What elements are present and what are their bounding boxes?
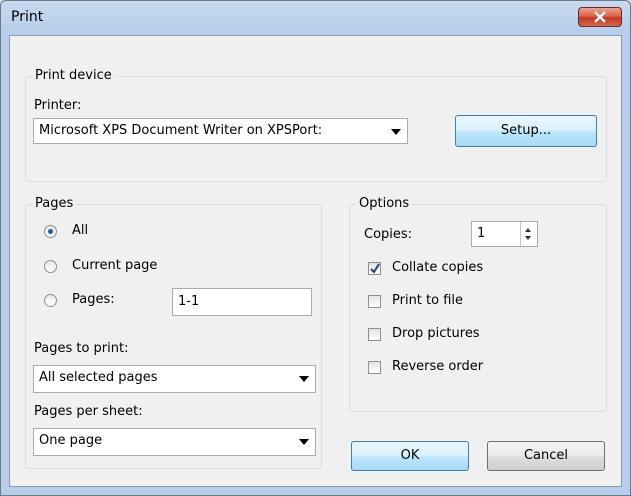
collate-checkbox[interactable] <box>368 262 381 275</box>
radio-current-page-label[interactable]: Current page <box>72 258 157 273</box>
check-icon <box>370 263 380 274</box>
spin-up-icon[interactable] <box>525 228 531 232</box>
reverse-order-checkbox[interactable] <box>368 361 381 374</box>
setup-button[interactable]: Setup... <box>455 115 597 147</box>
pages-per-sheet-select[interactable]: One page <box>33 428 316 456</box>
spin-down-icon[interactable] <box>525 236 531 240</box>
ok-button[interactable]: OK <box>351 441 469 471</box>
close-icon <box>594 11 606 23</box>
printer-select[interactable]: Microsoft XPS Document Writer on XPSPort… <box>33 118 408 144</box>
drop-pictures-label[interactable]: Drop pictures <box>392 326 480 341</box>
printer-value: Microsoft XPS Document Writer on XPSPort… <box>39 123 323 138</box>
copies-input[interactable]: 1 <box>471 221 538 247</box>
window-title: Print <box>11 9 44 25</box>
print-dialog: Print Print device Printer: Microsoft XP… <box>0 0 631 496</box>
options-group: Options Copies: 1 Collate copies Print t… <box>349 196 607 412</box>
copies-spinner[interactable] <box>520 222 537 246</box>
pages-range-value: 1-1 <box>178 294 200 309</box>
radio-pages-label[interactable]: Pages: <box>72 292 115 307</box>
close-button[interactable] <box>578 7 622 27</box>
pages-to-print-select[interactable]: All selected pages <box>33 365 316 393</box>
pages-per-sheet-label: Pages per sheet: <box>34 404 143 419</box>
print-to-file-checkbox[interactable] <box>368 295 381 308</box>
pages-to-print-value: All selected pages <box>39 370 158 385</box>
radio-pages[interactable] <box>44 294 57 307</box>
title-bar[interactable]: Print <box>1 1 630 35</box>
copies-label: Copies: <box>364 227 413 242</box>
collate-label[interactable]: Collate copies <box>392 260 483 275</box>
pages-per-sheet-value: One page <box>39 433 103 448</box>
dialog-body: Print device Printer: Microsoft XPS Docu… <box>9 35 622 487</box>
options-legend: Options <box>356 196 413 211</box>
drop-pictures-checkbox[interactable] <box>368 328 381 341</box>
radio-all[interactable] <box>44 225 57 238</box>
pages-group: Pages All Current page Pages: 1-1 Pages … <box>25 196 322 469</box>
radio-current-page[interactable] <box>44 260 57 273</box>
chevron-down-icon <box>299 376 309 382</box>
pages-range-input[interactable]: 1-1 <box>172 288 312 316</box>
reverse-order-label[interactable]: Reverse order <box>392 359 483 374</box>
print-device-group: Print device Printer: Microsoft XPS Docu… <box>25 68 607 182</box>
printer-label: Printer: <box>34 98 82 113</box>
print-device-legend: Print device <box>32 68 115 83</box>
pages-legend: Pages <box>32 196 77 211</box>
cancel-button[interactable]: Cancel <box>487 441 605 471</box>
copies-value: 1 <box>477 226 486 241</box>
radio-all-label[interactable]: All <box>72 223 88 238</box>
pages-to-print-label: Pages to print: <box>34 341 129 356</box>
print-to-file-label[interactable]: Print to file <box>392 293 463 308</box>
chevron-down-icon <box>299 439 309 445</box>
chevron-down-icon <box>391 129 401 135</box>
